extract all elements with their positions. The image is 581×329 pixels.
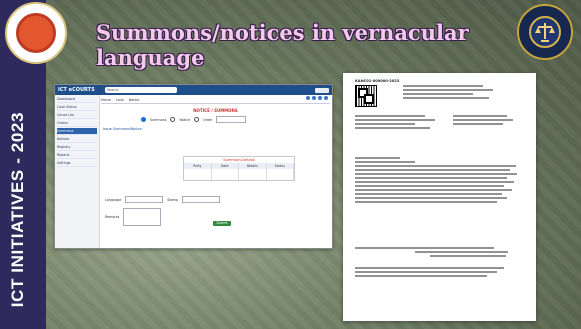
table-cell (184, 169, 212, 180)
issue-link[interactable]: Issue Summons/Notice (103, 127, 330, 131)
slide: ICT INITIATIVES - 2023 Summons/notices i… (0, 0, 581, 329)
language-select[interactable] (125, 196, 164, 203)
app-name: ICT eCOURTS (58, 87, 95, 93)
screenshot-header: ICT eCOURTS Search (55, 85, 332, 95)
radio-label: Order (202, 117, 213, 122)
document-body (355, 155, 524, 205)
vertical-title: ICT INITIATIVES - 2023 (8, 111, 27, 307)
sidebar-item[interactable]: Settings (57, 160, 97, 167)
search-input[interactable]: Search (104, 87, 177, 93)
sidebar: Dashboard Case Status Cause List Orders … (55, 95, 100, 248)
table-cell (239, 169, 267, 180)
form-label: Remarks (105, 215, 120, 219)
sidebar-item[interactable]: Cause List (57, 112, 97, 119)
high-court-logo (5, 2, 67, 64)
document-id: KAHC01-000000-2023 (355, 79, 400, 83)
header-pill[interactable] (315, 87, 329, 93)
tool-icon[interactable] (312, 96, 316, 100)
main-content: Home Case Notice NOTICE / SUMMONS Summon… (101, 96, 330, 246)
radio-summons[interactable] (141, 117, 146, 122)
sidebar-item-active[interactable]: Summons (57, 128, 97, 135)
ecourts-screenshot: ICT eCOURTS Search Dashboard Case Status… (54, 84, 333, 249)
tool-icon[interactable] (324, 96, 328, 100)
sidebar-item[interactable]: Case Status (57, 104, 97, 111)
form-row: Language Stamp (105, 196, 326, 203)
scales-icon (529, 16, 561, 48)
radio-row: Summons Notice Order (141, 116, 330, 123)
qr-code-icon (355, 85, 377, 107)
tool-icon[interactable] (318, 96, 322, 100)
stamp-select[interactable] (182, 196, 220, 203)
sidebar-item[interactable]: Registry (57, 144, 97, 151)
vernacular-summons-document: KAHC01-000000-2023 (343, 73, 536, 321)
dropdown-box[interactable] (216, 116, 247, 123)
sidebar-item[interactable]: Notices (57, 136, 97, 143)
table-cell (212, 169, 239, 180)
radio-order[interactable] (193, 117, 199, 122)
sidebar-item[interactable]: Reports (57, 152, 97, 159)
radio-notice[interactable] (170, 117, 176, 122)
form-label: Stamp (167, 197, 178, 202)
tool-icon[interactable] (306, 96, 310, 100)
document-header-lines (403, 83, 503, 101)
tab[interactable]: Home (101, 98, 111, 102)
document-date-block (453, 113, 526, 127)
table-row[interactable] (184, 169, 294, 180)
submit-button[interactable]: Submit (213, 221, 231, 226)
form-label: Language (105, 197, 122, 202)
sidebar-item[interactable]: Orders (57, 120, 97, 127)
remarks-textarea[interactable] (123, 208, 162, 226)
logo-emblem (16, 13, 56, 53)
summons-table: Summons Details Party Date Details Statu… (183, 156, 295, 181)
tabs: Home Case Notice (101, 96, 330, 104)
slide-title: Summons/notices in vernacular language (96, 20, 469, 70)
tab[interactable]: Notice (129, 98, 140, 102)
document-footer (355, 245, 524, 279)
table-cell (267, 169, 294, 180)
ecourts-logo (517, 4, 573, 60)
radio-label: Summons (150, 117, 167, 122)
section-heading: NOTICE / SUMMONS (193, 108, 238, 113)
sidebar-item[interactable]: Dashboard (57, 96, 97, 103)
radio-label: Notice (179, 117, 190, 122)
toolbar-icons (306, 96, 328, 100)
tab[interactable]: Case (116, 98, 124, 102)
